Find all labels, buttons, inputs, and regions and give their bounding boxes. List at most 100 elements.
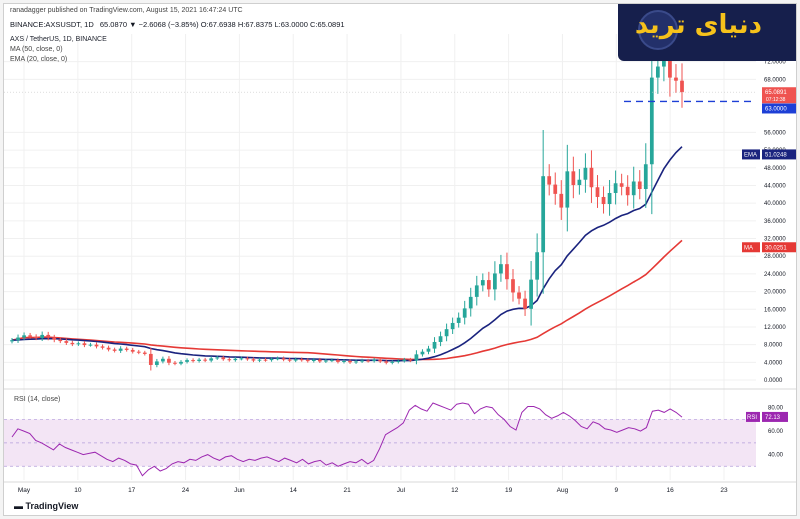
pair-title: AXS / TetherUS, 1D, BINANCE — [10, 36, 107, 43]
candle-body — [263, 359, 268, 361]
candle-body — [601, 196, 606, 205]
candle-body — [239, 358, 244, 360]
y-tick-label: 28.0000 — [764, 254, 786, 260]
candle-body — [619, 183, 624, 187]
price-tag-countdown: 07:12:38 — [766, 97, 786, 103]
candle-body — [637, 181, 642, 190]
candle-body — [643, 164, 648, 190]
watermark-brand: دنیای ترید — [634, 10, 762, 40]
candle-body — [438, 336, 443, 342]
price-tag-value: 30.0251 — [765, 245, 787, 251]
candle-body — [221, 357, 226, 360]
candle-body — [287, 359, 292, 361]
ema-legend[interactable]: EMA (20, close, 0) — [10, 56, 67, 63]
rsi-tick-label: 80.00 — [768, 406, 784, 412]
candle-body — [112, 349, 117, 351]
chart-frame: 72.000068.000056.000052.000048.000044.00… — [3, 3, 797, 516]
candle-body — [251, 359, 256, 361]
y-tick-label: 44.0000 — [764, 183, 786, 189]
candle-body — [468, 296, 473, 309]
candle-body — [583, 167, 588, 180]
candle-body — [173, 362, 177, 364]
candle-body — [305, 360, 310, 362]
candle-body — [607, 192, 612, 205]
candle-body — [28, 335, 32, 337]
candle-body — [565, 171, 570, 208]
candle-body — [317, 359, 322, 362]
candle-body — [511, 279, 515, 293]
x-tick-label: 9 — [614, 487, 618, 494]
rsi-legend[interactable]: RSI (14, close) — [14, 396, 60, 403]
x-tick-label: 23 — [720, 487, 728, 494]
ohlc-row: BINANCE:AXSUSDT, 1D 65.0870 ▼ −2.6068 (−… — [10, 20, 345, 29]
series-tag-text: EMA — [744, 152, 757, 158]
rsi-series-tag-text: RSI — [747, 415, 757, 421]
candle-body — [450, 322, 455, 330]
candle-body — [366, 360, 370, 362]
ma-legend[interactable]: MA (50, close, 0) — [10, 46, 63, 53]
candle-body — [161, 358, 165, 362]
x-tick-label: 24 — [182, 487, 190, 494]
candle-body — [384, 361, 389, 363]
candle-body — [281, 358, 286, 360]
candle-body — [82, 343, 87, 346]
publish-line: ranadagger published on TradingView.com,… — [10, 7, 243, 14]
candle-body — [674, 77, 678, 81]
candle-body — [124, 348, 129, 350]
y-tick-label: 24.0000 — [764, 272, 786, 278]
candle-body — [299, 359, 304, 361]
tradingview-label: TradingView — [25, 501, 79, 511]
tradingview-logo[interactable]: ▬ TradingView — [14, 501, 78, 511]
tradingview-icon: ▬ — [14, 501, 26, 511]
candle-body — [541, 176, 546, 253]
y-tick-label: 0.0000 — [764, 378, 783, 384]
candle-body — [209, 358, 214, 361]
candle-body — [529, 279, 533, 309]
main-pane — [4, 34, 756, 388]
candle-body — [649, 77, 654, 165]
candle-body — [293, 359, 298, 361]
candle-body — [668, 59, 672, 78]
candle-body — [191, 360, 195, 362]
rsi-value-text: 72.13 — [765, 415, 781, 421]
y-tick-label: 56.0000 — [764, 130, 786, 136]
candle-body — [16, 337, 20, 341]
candle-body — [76, 343, 81, 345]
x-tick-label: Aug — [557, 487, 569, 494]
x-tick-label: 10 — [74, 487, 82, 494]
candle-body — [311, 359, 316, 361]
candle-body — [444, 329, 449, 337]
candle-body — [142, 352, 147, 354]
price-tag-value: 65.0891 — [765, 90, 787, 96]
candle-body — [589, 167, 594, 188]
candle-body — [505, 264, 509, 280]
ohlc-values: 65.0870 ▼ −2.6068 (−3.85%) O:67.6938 H:6… — [99, 20, 345, 29]
candle-body — [480, 280, 485, 286]
candle-body — [269, 358, 274, 361]
candle-body — [148, 353, 153, 365]
candle-body — [571, 171, 576, 186]
candle-body — [22, 335, 26, 338]
candle-body — [179, 361, 183, 364]
candle-body — [456, 317, 461, 323]
candle-body — [136, 351, 141, 353]
series-tag-text: MA — [744, 245, 753, 251]
candle-body — [70, 342, 75, 345]
y-tick-label: 68.0000 — [764, 77, 786, 83]
price-tag-value: 51.0248 — [765, 152, 787, 158]
candle-body — [154, 361, 159, 365]
candle-body — [203, 359, 208, 361]
candle-body — [342, 360, 346, 362]
candle-body — [118, 348, 123, 351]
candle-body — [245, 358, 250, 360]
candle-body — [432, 341, 437, 349]
candle-body — [553, 184, 558, 194]
candle-body — [655, 66, 660, 78]
candle-body — [330, 360, 334, 362]
candle-body — [402, 359, 407, 361]
candle-body — [94, 344, 99, 347]
candle-body — [547, 176, 552, 185]
price-tag-value: 63.0000 — [765, 106, 787, 112]
candle-body — [378, 359, 383, 362]
x-tick-label: 19 — [505, 487, 513, 494]
